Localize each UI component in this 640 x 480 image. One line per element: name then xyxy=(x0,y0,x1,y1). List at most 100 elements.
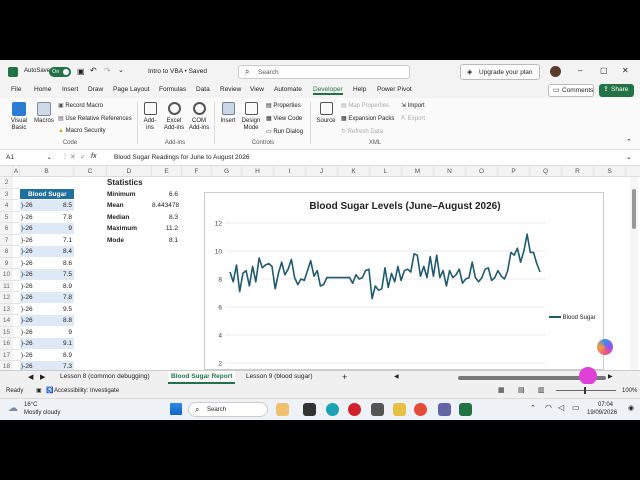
column-header-o[interactable]: O xyxy=(466,166,498,177)
cell-a[interactable] xyxy=(13,338,20,350)
row-header[interactable]: 4 xyxy=(0,200,13,212)
cell-a[interactable] xyxy=(13,304,20,315)
cell-b[interactable]: )-26 7.5 xyxy=(20,269,74,281)
cancel-icon[interactable]: ✕ xyxy=(70,153,76,161)
store-icon[interactable] xyxy=(371,403,384,416)
cell-a[interactable] xyxy=(13,200,20,212)
column-header-p[interactable]: P xyxy=(498,166,530,177)
cell-a[interactable] xyxy=(13,223,20,235)
cell-d[interactable] xyxy=(107,350,152,362)
cell-e[interactable] xyxy=(152,338,178,350)
cell-e[interactable] xyxy=(152,246,178,258)
cell-d[interactable] xyxy=(107,258,152,270)
column-header-s[interactable]: S xyxy=(594,166,626,177)
notification-icon[interactable]: ◉ xyxy=(628,404,634,412)
page-break-view-icon[interactable]: ▥ xyxy=(538,386,545,394)
select-all-corner[interactable] xyxy=(0,166,13,177)
next-sheet-icon[interactable]: ▶ xyxy=(40,373,45,381)
row-header[interactable]: 6 xyxy=(0,223,13,235)
column-header-n[interactable]: N xyxy=(434,166,466,177)
cell-b[interactable]: )-26 7.1 xyxy=(20,234,74,246)
cell-b[interactable]: )-26 9.1 xyxy=(20,338,74,350)
column-header-a[interactable]: A xyxy=(13,166,20,177)
cell-a[interactable] xyxy=(13,281,20,292)
column-header-i[interactable]: I xyxy=(274,166,306,177)
row-header[interactable]: 13 xyxy=(0,303,13,315)
search-box[interactable]: ⌕ Search xyxy=(238,65,410,79)
cell-d[interactable]: Minimum xyxy=(107,189,152,201)
tab-home[interactable]: Home xyxy=(34,86,51,93)
cell-d[interactable] xyxy=(107,304,152,316)
tab-view[interactable]: View xyxy=(250,86,264,93)
volume-icon[interactable]: ◁ xyxy=(558,403,564,412)
prev-sheet-icon[interactable]: ◀ xyxy=(28,373,33,381)
widgets-icon[interactable] xyxy=(276,403,289,416)
properties-button[interactable]: ▤ Properties xyxy=(266,102,301,109)
row-header[interactable]: 3 xyxy=(0,188,13,200)
chart[interactable]: Blood Sugar Levels (June–August 2026) 24… xyxy=(204,192,604,370)
cell-b[interactable]: )-26 8.5 xyxy=(20,200,74,212)
add-sheet-icon[interactable]: + xyxy=(342,372,347,382)
cell-a[interactable] xyxy=(13,350,20,361)
row-header[interactable]: 14 xyxy=(0,315,13,327)
save-icon[interactable]: ▣ xyxy=(77,67,85,76)
battery-icon[interactable]: ▭ xyxy=(572,403,580,412)
cell-b[interactable]: )-26 9 xyxy=(20,223,74,235)
document-title[interactable]: Intro to VBA • Saved xyxy=(148,68,207,75)
addins-button[interactable]: Add- ins xyxy=(140,102,160,136)
row-header[interactable]: 17 xyxy=(0,349,13,361)
tab-data[interactable]: Data xyxy=(196,86,210,93)
cell-e[interactable]: 8.443478 xyxy=(152,200,179,212)
cell-e[interactable]: 6.6 xyxy=(152,189,178,201)
column-header-h[interactable]: H xyxy=(242,166,274,177)
name-box[interactable]: A1 ⌄ xyxy=(4,152,54,163)
tab-help[interactable]: Help xyxy=(353,86,366,93)
tab-automate[interactable]: Automate xyxy=(274,86,302,93)
record-macro-button[interactable]: ▣ Record Macro xyxy=(58,102,103,109)
row-header[interactable]: 8 xyxy=(0,246,13,258)
row-header[interactable]: 2 xyxy=(0,177,13,189)
recording-icon[interactable] xyxy=(348,403,361,416)
cell-b[interactable]: )-26 8.9 xyxy=(20,349,74,361)
export-button[interactable]: ⇱ Export xyxy=(401,115,425,122)
taskbar-search[interactable]: ⌕ Search xyxy=(188,402,268,417)
copilot-icon[interactable] xyxy=(597,339,613,355)
cell-e[interactable] xyxy=(152,304,178,316)
share-button[interactable]: ⇪ Share xyxy=(599,84,634,97)
row-header[interactable]: 15 xyxy=(0,326,13,338)
cell-b[interactable]: )-26 7.8 xyxy=(20,292,74,304)
column-header-c[interactable]: C xyxy=(74,166,107,177)
cell-d[interactable] xyxy=(107,269,152,281)
upgrade-plan-button[interactable]: ◈ Upgrade your plan xyxy=(460,64,540,80)
scroll-right-icon[interactable]: ▶ xyxy=(608,373,613,380)
cell-e[interactable] xyxy=(152,292,178,304)
zoom-slider-thumb[interactable] xyxy=(584,387,586,394)
cell-d[interactable]: Mode xyxy=(107,235,152,247)
view-code-button[interactable]: ▦ View Code xyxy=(266,115,302,122)
cell-d[interactable]: Statistics xyxy=(107,177,152,189)
minimize-icon[interactable]: – xyxy=(578,66,582,75)
teams-icon[interactable] xyxy=(438,403,451,416)
column-header-m[interactable]: M xyxy=(402,166,434,177)
row-header[interactable]: 10 xyxy=(0,269,13,281)
column-header-b[interactable]: B xyxy=(20,166,74,177)
cell-a[interactable] xyxy=(13,258,20,269)
column-header-f[interactable]: F xyxy=(182,166,212,177)
tab-insert[interactable]: Insert xyxy=(62,86,78,93)
relative-references-button[interactable]: ▤ Use Relative References xyxy=(58,115,132,122)
zoom-level[interactable]: 100% xyxy=(622,388,637,394)
cell-b[interactable]: Blood Sugar xyxy=(20,188,74,200)
row-header[interactable]: 7 xyxy=(0,234,13,246)
column-header-j[interactable]: J xyxy=(306,166,338,177)
cell-a[interactable] xyxy=(13,189,20,200)
sheet-tab-lesson-9[interactable]: Lesson 9 (blood sugar) xyxy=(246,373,313,380)
excel-taskbar-icon[interactable] xyxy=(459,403,472,416)
accessibility-status[interactable]: Accessibility: Investigate xyxy=(54,388,119,394)
macros-button[interactable]: Macros xyxy=(33,102,55,136)
cell-e[interactable]: 11.2 xyxy=(152,223,178,235)
formula-content[interactable]: Blood Sugar Readings for June to August … xyxy=(114,154,250,161)
close-icon[interactable]: ✕ xyxy=(622,66,629,75)
edge-icon[interactable] xyxy=(326,403,339,416)
row-header[interactable]: 12 xyxy=(0,292,13,304)
excel-addins-button[interactable]: Excel Add-ins xyxy=(162,102,186,136)
